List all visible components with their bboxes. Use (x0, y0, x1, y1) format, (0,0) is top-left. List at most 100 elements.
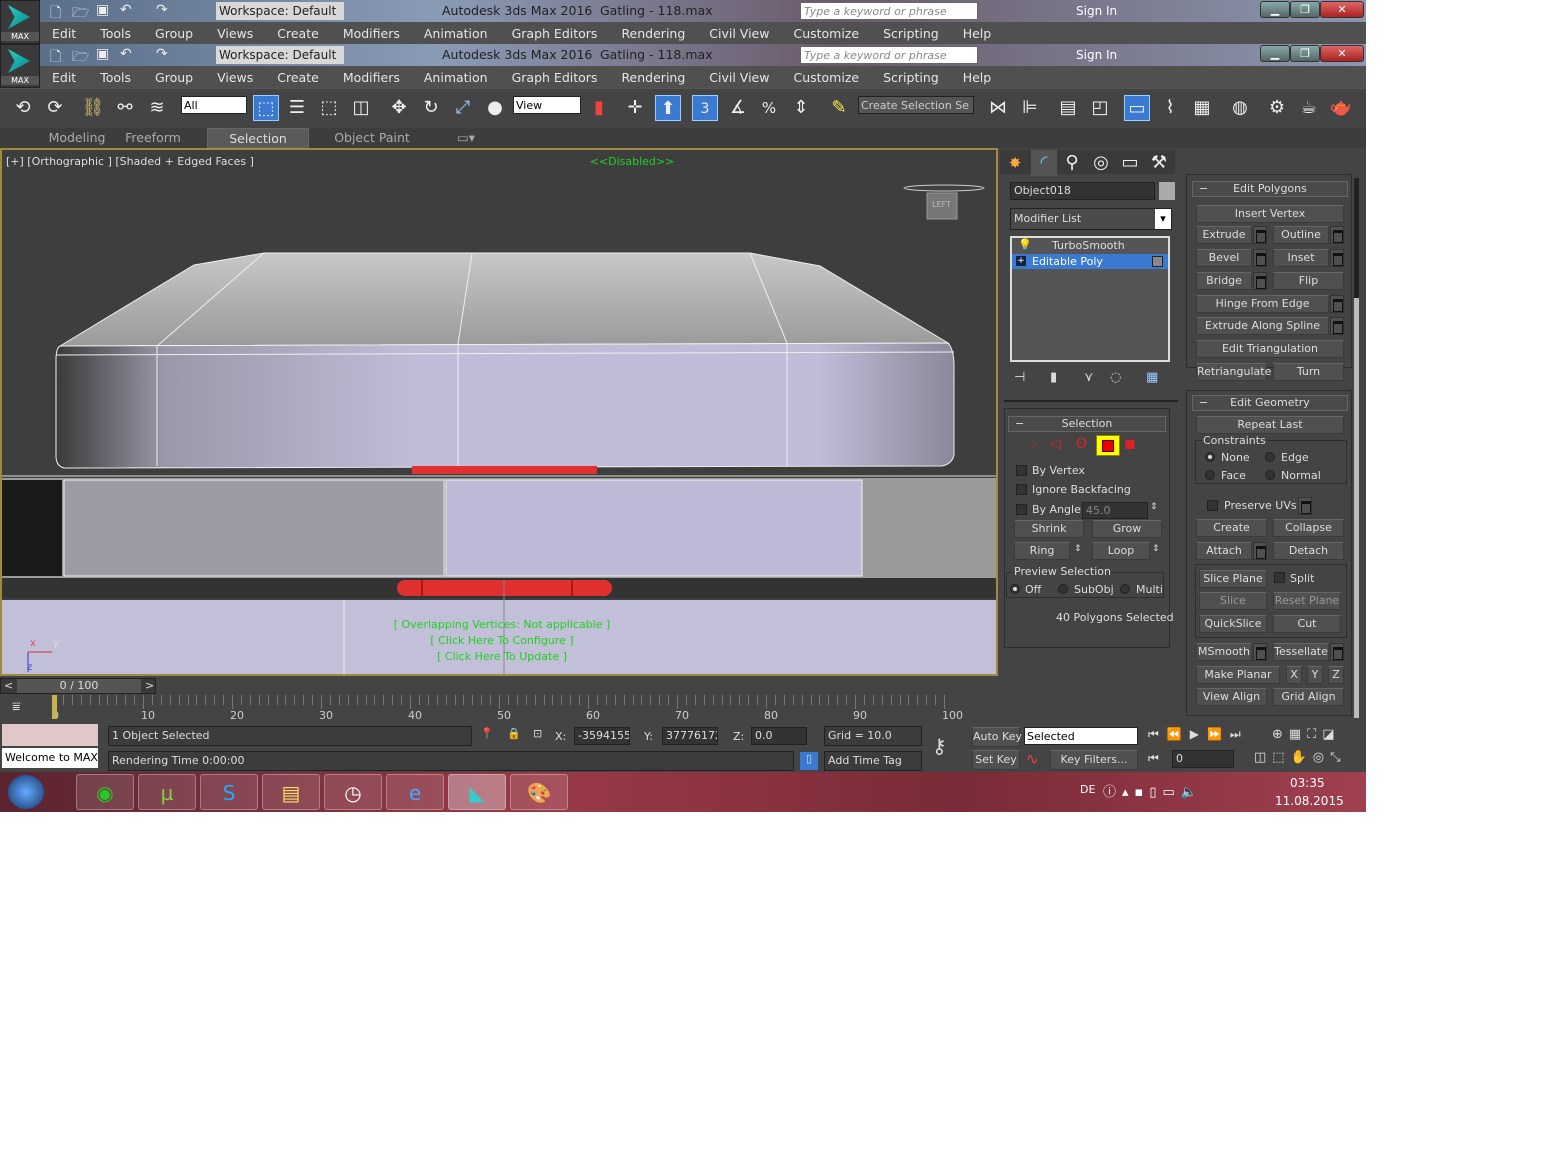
tray-icons[interactable]: ⓘ▴▪▯▭🔈 (1103, 781, 1203, 800)
inset-settings-icon[interactable] (1330, 249, 1344, 267)
view-align-button[interactable]: View Align (1196, 688, 1267, 706)
search-input[interactable]: Type a keyword or phrase (800, 46, 978, 64)
tab-selection[interactable]: Selection (207, 128, 309, 148)
create-tab-icon[interactable]: ✸ (1002, 150, 1028, 176)
msmooth-button[interactable]: MSmooth (1196, 643, 1252, 661)
scale-icon[interactable]: ⤢ (450, 95, 476, 121)
menu-group[interactable]: Group (143, 26, 205, 41)
close-button[interactable]: ✕ (1320, 45, 1364, 62)
insert-vertex-button[interactable]: Insert Vertex (1196, 205, 1344, 223)
start-button[interactable] (8, 775, 44, 809)
edit-geometry-header[interactable]: − Edit Geometry (1192, 395, 1348, 411)
modify-tab-icon[interactable]: ◜ (1031, 150, 1057, 176)
rendered-frame-window-icon[interactable]: ☕ (1296, 95, 1322, 121)
key-mode-toggle-icon[interactable]: ⏮ (1148, 751, 1159, 766)
border-level-icon[interactable]: ʘ (1076, 436, 1087, 452)
collapse-button[interactable]: Collapse (1273, 519, 1344, 537)
stack-item-turbosmooth[interactable]: 💡 TurboSmooth (1012, 238, 1168, 253)
constraint-edge-radio[interactable] (1265, 452, 1275, 462)
constraint-none-radio[interactable] (1205, 452, 1215, 462)
by-angle-checkbox[interactable] (1016, 504, 1027, 515)
menu-graph-editors[interactable]: Graph Editors (500, 70, 610, 85)
frame-indicator[interactable]: 0 / 100 (17, 679, 141, 693)
selection-rollout-header[interactable]: − Selection (1008, 416, 1166, 432)
key-filters-button[interactable]: Key Filters... (1050, 750, 1138, 770)
taskbar-line[interactable]: ◉ (76, 774, 134, 810)
preserve-uvs-checkbox[interactable] (1207, 500, 1218, 511)
taskbar-explorer[interactable]: ▤ (262, 774, 320, 810)
close-button[interactable]: ✕ (1320, 1, 1364, 18)
minimize-button[interactable]: ▁ (1260, 1, 1290, 18)
menu-modifiers[interactable]: Modifiers (331, 26, 412, 41)
render-setup-icon[interactable]: ⚙ (1264, 95, 1290, 121)
viewcube-label[interactable]: LEFT (932, 200, 951, 209)
configure-modifier-sets-icon[interactable]: ▦ (1146, 370, 1158, 385)
edit-polygons-header[interactable]: − Edit Polygons (1192, 181, 1348, 197)
taskbar-clock[interactable]: ◷ (324, 774, 382, 810)
object-color-swatch[interactable] (1159, 182, 1175, 200)
current-frame-input[interactable]: 0 (1172, 750, 1234, 768)
hinge-from-edge-button[interactable]: Hinge From Edge (1196, 295, 1329, 313)
configure-link[interactable]: [ Click Here To Configure ] (362, 634, 642, 647)
extrude-settings-icon[interactable] (1253, 226, 1267, 244)
turn-button[interactable]: Turn (1273, 363, 1344, 381)
polygon-level-icon[interactable] (1096, 435, 1120, 456)
absolute-mode-icon[interactable]: ⊡ (533, 727, 542, 740)
reset-plane-button[interactable]: Reset Plane (1273, 592, 1341, 610)
extrude-button[interactable]: Extrude (1196, 226, 1252, 244)
percent-snap-icon[interactable]: % (756, 95, 782, 121)
auto-key-button[interactable]: Auto Key (972, 727, 1022, 747)
make-unique-icon[interactable]: ⋎ (1084, 370, 1094, 385)
move-icon[interactable]: ✥ (386, 95, 412, 121)
redo-icon[interactable]: ↷ (156, 2, 168, 18)
set-key-button[interactable]: Set Key (972, 750, 1020, 770)
layer-manager-icon[interactable]: ◰ (1087, 95, 1113, 121)
bevel-button[interactable]: Bevel (1196, 249, 1252, 267)
msmooth-settings-icon[interactable] (1253, 643, 1267, 661)
angle-spinner[interactable]: ⇕ (1150, 502, 1158, 512)
prev-frame-icon[interactable]: < (4, 679, 13, 692)
menu-group[interactable]: Group (143, 70, 205, 85)
search-input[interactable]: Type a keyword or phrase (800, 2, 978, 20)
edge-level-icon[interactable]: ◁ (1050, 436, 1061, 452)
scene-explorer-icon[interactable]: ▤ (1055, 95, 1081, 121)
spinner-snap-icon[interactable]: ⇕ (788, 95, 814, 121)
time-track[interactable]: 0102030405060708090100 (50, 695, 963, 722)
maxscript-listener[interactable] (2, 724, 98, 746)
viewport-navigation-controls-2[interactable]: ◫⬚✋◎⤡ (1254, 750, 1347, 765)
utilities-tab-icon[interactable]: ⚒ (1146, 150, 1172, 176)
viewport-label[interactable]: [+] [Orthographic ] [Shaded + Edged Face… (6, 155, 254, 168)
show-end-result-icon[interactable]: ▮ (1050, 370, 1057, 385)
maximize-button[interactable]: ❐ (1290, 45, 1320, 62)
angle-snap-icon[interactable]: ∡ (725, 95, 751, 121)
constraint-normal-radio[interactable] (1265, 470, 1275, 480)
planar-z-button[interactable]: Z (1328, 666, 1344, 684)
align-icon[interactable]: ⊫ (1017, 95, 1043, 121)
schematic-view-icon[interactable]: ▦ (1189, 95, 1215, 121)
repeat-last-button[interactable]: Repeat Last (1196, 416, 1344, 434)
selection-filter-dropdown[interactable]: All (181, 96, 247, 114)
menu-create[interactable]: Create (265, 70, 331, 85)
minimize-button[interactable]: ▁ (1260, 45, 1290, 62)
tab-object-paint[interactable]: Object Paint (320, 128, 424, 148)
attach-settings-icon[interactable] (1253, 542, 1267, 560)
select-object-icon[interactable]: ⬚ (253, 95, 279, 121)
cut-button[interactable]: Cut (1273, 615, 1341, 633)
named-selection-dropdown[interactable]: Create Selection Se (858, 96, 974, 114)
menu-animation[interactable]: Animation (412, 26, 500, 41)
edit-named-selection-icon[interactable]: ✎ (826, 95, 852, 121)
key-mode-dropdown[interactable]: Selected (1024, 727, 1138, 745)
keyboard-shortcut-override-icon[interactable]: ⬆ (655, 95, 681, 121)
clock-date[interactable]: 11.08.2015 (1275, 794, 1344, 808)
taskbar-3ds-max[interactable]: ◣ (448, 774, 506, 810)
menu-graph-editors[interactable]: Graph Editors (500, 26, 610, 41)
detach-button[interactable]: Detach (1273, 542, 1344, 560)
add-time-tag-button[interactable]: Add Time Tag (824, 751, 922, 771)
preview-subobj-radio[interactable] (1058, 584, 1068, 594)
retriangulate-button[interactable]: Retriangulate (1196, 363, 1271, 381)
motion-tab-icon[interactable]: ◎ (1088, 150, 1114, 176)
menu-help[interactable]: Help (951, 70, 1004, 85)
ribbon-options-icon[interactable]: ▭▾ (452, 128, 480, 148)
taskbar-paint[interactable]: 🎨 (510, 774, 568, 810)
select-by-name-icon[interactable]: ☰ (284, 95, 310, 121)
